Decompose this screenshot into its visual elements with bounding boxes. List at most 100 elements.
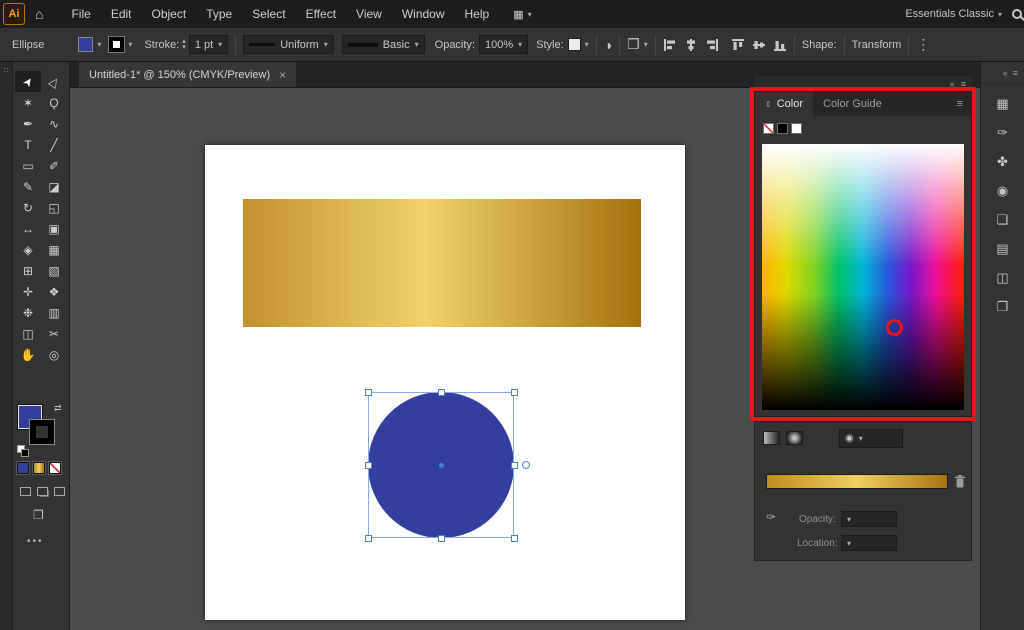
white-swatch[interactable] [791, 123, 802, 134]
stroke-weight-dropdown[interactable]: 1 pt [188, 35, 229, 54]
menu-help[interactable]: Help [455, 0, 500, 28]
app-logo[interactable]: Ai [3, 3, 25, 25]
width-profile-dropdown[interactable]: Uniform [243, 35, 334, 54]
none-button[interactable] [48, 461, 62, 475]
color-panel-menu-icon[interactable]: ≡ [949, 92, 971, 116]
align-right-icon[interactable] [705, 38, 719, 52]
workspace-switcher[interactable]: Essentials Classic [905, 8, 1002, 20]
arrange-documents-button[interactable]: ▦ [513, 8, 531, 21]
black-swatch[interactable] [777, 123, 788, 134]
appearance-panel-icon[interactable]: ❏ [991, 210, 1015, 230]
artboard-tool[interactable]: ◫ [15, 323, 41, 344]
mesh-tool[interactable]: ⊞ [15, 260, 41, 281]
curvature-tool[interactable]: ∿ [41, 113, 67, 134]
collapse-panels-icon[interactable]: « [950, 79, 955, 89]
selection-tool[interactable]: ➤ [15, 71, 41, 92]
align-top-icon[interactable] [731, 38, 745, 52]
document-tab[interactable]: Untitled-1* @ 150% (CMYK/Preview) × [79, 62, 297, 87]
symbols-panel-icon[interactable]: ✤ [991, 152, 1015, 172]
perspective-grid-tool[interactable]: ▦ [41, 239, 67, 260]
magic-wand-tool[interactable]: ✶ [15, 92, 41, 113]
dock-menu-icon[interactable]: ≡ [1013, 68, 1018, 78]
width-tool[interactable]: ↔ [15, 218, 41, 239]
draw-inside-icon[interactable] [54, 487, 65, 496]
artboards-panel-icon[interactable]: ◫ [991, 268, 1015, 288]
color-button[interactable] [16, 461, 30, 475]
selection-handle-e[interactable] [511, 462, 518, 469]
toolbar-more-icon[interactable]: ••• [27, 536, 44, 547]
gold-gradient-rectangle[interactable] [243, 199, 641, 327]
delete-stop-icon[interactable] [954, 475, 966, 491]
symbol-sprayer-tool[interactable]: ❉ [15, 302, 41, 323]
align-bottom-icon[interactable] [773, 38, 787, 52]
selection-handle-nw[interactable] [365, 389, 372, 396]
selection-handle-w[interactable] [365, 462, 372, 469]
line-segment-tool[interactable]: ╱ [41, 134, 67, 155]
panel-group-menu-icon[interactable]: ≡ [961, 79, 966, 89]
stroke-color-dropdown[interactable] [108, 36, 132, 53]
direct-selection-tool[interactable]: ▷ [41, 71, 67, 92]
zoom-tool[interactable]: ◎ [41, 344, 67, 365]
selection-handle-se[interactable] [511, 535, 518, 542]
fill-color-dropdown[interactable] [78, 37, 101, 52]
none-swatch[interactable] [763, 123, 774, 134]
free-transform-tool[interactable]: ▣ [41, 218, 67, 239]
shape-builder-tool[interactable]: ◈ [15, 239, 41, 260]
home-icon[interactable]: ⌂ [35, 6, 43, 22]
menu-window[interactable]: Window [392, 0, 455, 28]
gradient-tool[interactable]: ▧ [41, 260, 67, 281]
stroke-proxy-swatch[interactable] [29, 419, 55, 445]
gradient-fill-dropdown[interactable]: ◉ [839, 429, 903, 448]
rectangle-tool[interactable]: ▭ [15, 155, 41, 176]
color-spectrum[interactable] [762, 144, 964, 410]
default-fill-stroke-icon[interactable] [17, 445, 29, 457]
brush-definition-dropdown[interactable]: Basic [341, 35, 425, 54]
selection-handle-n[interactable] [438, 389, 445, 396]
artboard[interactable] [205, 145, 685, 620]
selection-handle-ne[interactable] [511, 389, 518, 396]
menu-edit[interactable]: Edit [101, 0, 142, 28]
expand-panels-icon[interactable]: « [1003, 68, 1008, 78]
rotate-tool[interactable]: ↻ [15, 197, 41, 218]
document-setup-button[interactable]: ❐ [627, 36, 648, 53]
menu-type[interactable]: Type [196, 0, 242, 28]
gradient-slider[interactable] [766, 474, 948, 489]
menu-file[interactable]: File [61, 0, 100, 28]
tab-color[interactable]: ⇕ Color [755, 92, 813, 116]
transform-button[interactable]: Transform [852, 39, 902, 51]
slice-tool[interactable]: ✂ [41, 323, 67, 344]
align-center-icon[interactable] [684, 38, 698, 52]
menu-effect[interactable]: Effect [296, 0, 346, 28]
gradient-button[interactable] [32, 461, 46, 475]
close-tab-icon[interactable]: × [279, 68, 286, 82]
column-graph-tool[interactable]: ▥ [41, 302, 67, 323]
search-icon[interactable] [1012, 9, 1022, 19]
draw-normal-icon[interactable] [20, 487, 31, 496]
shaper-tool[interactable]: ✎ [15, 176, 41, 197]
align-left-icon[interactable] [663, 38, 677, 52]
selection-center-point[interactable] [439, 463, 444, 468]
radial-gradient-button[interactable] [786, 431, 803, 445]
scale-tool[interactable]: ◱ [41, 197, 67, 218]
opacity-dropdown[interactable]: 100% [479, 35, 529, 54]
type-tool[interactable]: T [15, 134, 41, 155]
menu-view[interactable]: View [346, 0, 392, 28]
paintbrush-tool[interactable]: ✐ [41, 155, 67, 176]
graphic-style-dropdown[interactable] [567, 38, 589, 51]
menu-select[interactable]: Select [242, 0, 295, 28]
tab-color-guide[interactable]: Color Guide [813, 92, 892, 116]
recolor-artwork-icon[interactable]: ◑ [604, 37, 612, 53]
libraries-panel-icon[interactable]: ❐ [991, 297, 1015, 317]
selection-handle-sw[interactable] [365, 535, 372, 542]
lasso-tool[interactable]: Ϙ [41, 92, 67, 113]
left-dock-rail[interactable]: ∷ [0, 62, 13, 630]
layers-panel-icon[interactable]: ▤ [991, 239, 1015, 259]
screen-mode-icon[interactable]: ❐ [33, 508, 44, 522]
eyedropper-tool[interactable]: ✛ [15, 281, 41, 302]
menu-object[interactable]: Object [142, 0, 197, 28]
gradient-location-dropdown[interactable] [841, 535, 897, 551]
brushes-panel-icon[interactable]: ✑ [991, 123, 1015, 143]
gradient-opacity-dropdown[interactable] [841, 511, 897, 527]
swap-fill-stroke-icon[interactable]: ⇄ [54, 403, 62, 414]
hand-tool[interactable]: ✋ [15, 344, 41, 365]
